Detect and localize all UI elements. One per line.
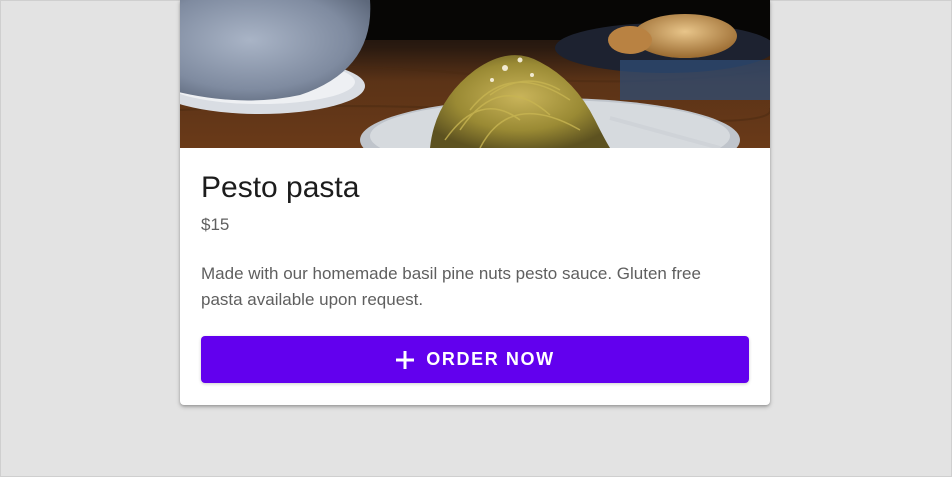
dish-title: Pesto pasta xyxy=(201,171,360,204)
dish-price: $15 xyxy=(201,215,230,234)
plus-icon xyxy=(395,350,415,370)
card-content: Pesto pasta $15 Made with our homemade b… xyxy=(180,148,770,313)
dish-description: Made with our homemade basil pine nuts p… xyxy=(201,264,701,309)
order-now-button[interactable]: ORDER NOW xyxy=(201,336,749,383)
dish-photo xyxy=(180,0,770,148)
order-now-label: ORDER NOW xyxy=(426,349,555,369)
menu-item-card: Pesto pasta $15 Made with our homemade b… xyxy=(180,0,770,405)
